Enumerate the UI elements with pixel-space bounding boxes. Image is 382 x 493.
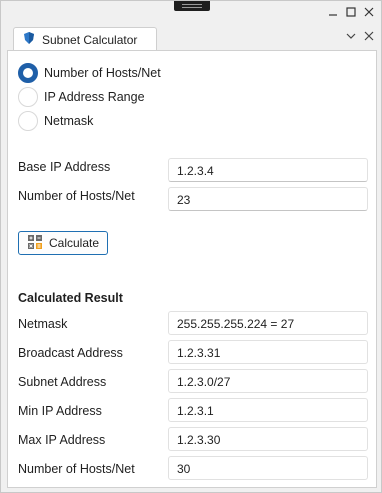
base-ip-label: Base IP Address bbox=[18, 160, 111, 174]
radio-hosts-per-net[interactable]: Number of Hosts/Net bbox=[18, 63, 161, 83]
result-label-hosts: Number of Hosts/Net bbox=[18, 462, 135, 476]
hosts-input[interactable]: 23 bbox=[168, 187, 368, 211]
result-label-max-ip: Max IP Address bbox=[18, 433, 106, 447]
window-controls bbox=[327, 5, 375, 19]
radio-netmask[interactable]: Netmask bbox=[18, 111, 93, 131]
result-broadcast-field[interactable]: 1.2.3.31 bbox=[168, 340, 368, 364]
tab-subnet-calculator[interactable]: Subnet Calculator bbox=[13, 27, 157, 51]
base-ip-input[interactable]: 1.2.3.4 bbox=[168, 158, 368, 182]
app-window: Subnet Calculator Number of Hosts/Net IP… bbox=[0, 0, 382, 493]
result-min-ip-field[interactable]: 1.2.3.1 bbox=[168, 398, 368, 422]
tab-controls bbox=[345, 29, 375, 43]
calculator-icon bbox=[27, 234, 43, 253]
calculator-panel: Number of Hosts/Net IP Address Range Net… bbox=[7, 50, 377, 488]
result-label-subnet: Subnet Address bbox=[18, 375, 107, 389]
radio-ip-range[interactable]: IP Address Range bbox=[18, 87, 145, 107]
radio-button[interactable] bbox=[18, 63, 38, 83]
result-title: Calculated Result bbox=[18, 291, 123, 305]
radio-label: Number of Hosts/Net bbox=[44, 66, 161, 80]
radio-button[interactable] bbox=[18, 87, 38, 107]
chevron-down-icon[interactable] bbox=[345, 29, 357, 43]
result-subnet-field[interactable]: 1.2.3.0/27 bbox=[168, 369, 368, 393]
calculate-label: Calculate bbox=[49, 236, 100, 250]
result-label-netmask: Netmask bbox=[18, 317, 68, 331]
close-tab-icon[interactable] bbox=[363, 29, 375, 43]
minimize-icon[interactable] bbox=[327, 5, 339, 19]
result-hosts-field[interactable]: 30 bbox=[168, 456, 368, 480]
result-netmask-field[interactable]: 255.255.255.224 = 27 bbox=[168, 311, 368, 335]
radio-label: Netmask bbox=[44, 114, 94, 128]
title-grip[interactable] bbox=[174, 1, 210, 11]
radio-label: IP Address Range bbox=[44, 90, 145, 104]
result-label-min-ip: Min IP Address bbox=[18, 404, 102, 418]
shield-icon bbox=[22, 31, 36, 48]
result-max-ip-field[interactable]: 1.2.3.30 bbox=[168, 427, 368, 451]
tab-strip: Subnet Calculator bbox=[7, 25, 375, 51]
hosts-label: Number of Hosts/Net bbox=[18, 189, 135, 203]
radio-button[interactable] bbox=[18, 111, 38, 131]
result-label-broadcast: Broadcast Address bbox=[18, 346, 123, 360]
tab-label: Subnet Calculator bbox=[42, 32, 138, 47]
close-icon[interactable] bbox=[363, 5, 375, 19]
calculate-button[interactable]: Calculate bbox=[18, 231, 108, 255]
maximize-icon[interactable] bbox=[345, 5, 357, 19]
